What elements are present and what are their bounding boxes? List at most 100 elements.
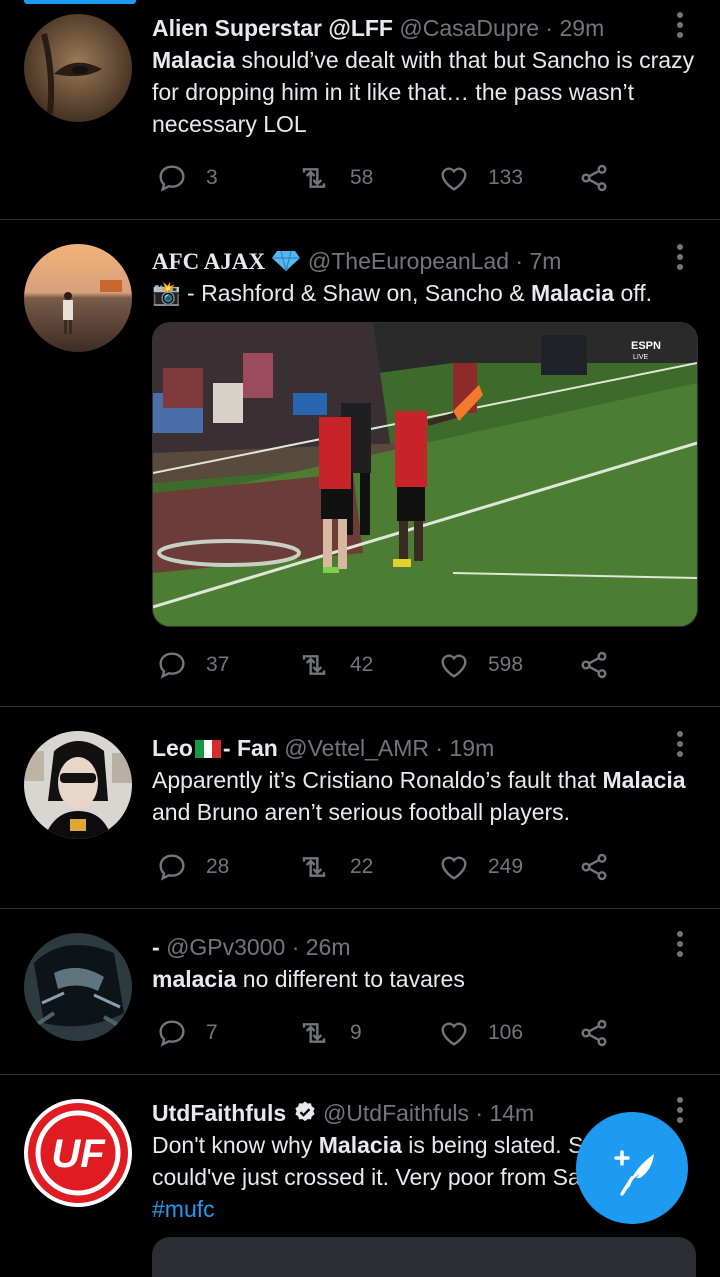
retweet-button[interactable]: 9 — [296, 1013, 362, 1053]
reply-count: 3 — [206, 166, 218, 189]
reply-icon — [159, 165, 185, 192]
hashtag-link[interactable]: #mufc — [152, 1196, 215, 1222]
display-name[interactable]: AFC AJAX — [152, 249, 265, 274]
highlight-term: Malacia — [318, 1132, 402, 1158]
like-count: 133 — [488, 166, 524, 189]
avatar[interactable] — [24, 244, 132, 352]
more-vertical-icon[interactable] — [670, 244, 690, 274]
share-icon — [581, 853, 607, 881]
share-icon — [581, 651, 607, 679]
retweet-icon — [302, 655, 326, 675]
verified-badge-icon — [294, 1101, 315, 1122]
reply-icon — [159, 1020, 185, 1047]
tweet-header: - @GPv3000 · 26m — [152, 931, 696, 963]
text-body-end: off. — [614, 280, 652, 306]
reply-button[interactable]: 28 — [156, 847, 229, 887]
display-name[interactable]: - — [152, 934, 160, 960]
camera-flash-icon: 📸 — [152, 280, 181, 306]
like-button[interactable]: 598 — [438, 645, 523, 685]
retweet-icon — [302, 168, 326, 188]
highlight-term: Malacia — [530, 280, 615, 306]
share-icon — [581, 1019, 607, 1047]
espn-live-badge: ESPN — [631, 340, 661, 352]
like-count: 106 — [488, 1021, 524, 1044]
handle[interactable]: @Vettel_AMR — [284, 735, 429, 761]
separator: · — [469, 1100, 490, 1126]
retweet-icon — [302, 857, 326, 877]
heart-icon — [441, 167, 467, 191]
text-body: no different to tavares — [236, 966, 465, 992]
timestamp[interactable]: 19m — [449, 735, 494, 761]
heart-icon — [441, 1022, 467, 1046]
handle[interactable]: @TheEuropeanLad — [308, 248, 509, 274]
tweet-2[interactable]: AFC AJAX @TheEuropeanLad · 7m 📸 - Rashfo… — [0, 220, 720, 707]
tweet-text: malacia no different to tavares — [152, 963, 696, 995]
tweet-1[interactable]: Alien Superstar @LFF @CasaDupre · 29m Ma… — [0, 0, 720, 220]
separator: · — [508, 248, 530, 274]
handle[interactable]: @GPv3000 — [166, 934, 285, 960]
reply-button[interactable]: 3 — [156, 158, 218, 198]
text-body: Apparently it’s Cristiano Ronaldo’s faul… — [152, 767, 603, 793]
reply-button[interactable]: 37 — [156, 645, 229, 685]
text-body: - Rashford & Shaw on, Sancho & — [180, 280, 531, 306]
avatar[interactable] — [24, 731, 132, 839]
timestamp[interactable]: 14m — [489, 1100, 534, 1126]
retweet-button[interactable]: 22 — [296, 847, 373, 887]
handle[interactable]: @UtdFaithfuls — [323, 1100, 469, 1126]
separator: · — [429, 735, 450, 761]
timestamp[interactable]: 26m — [306, 934, 351, 960]
display-name[interactable]: Alien Superstar @LFF — [152, 15, 393, 41]
tweet-text: 📸 - Rashford & Shaw on, Sancho & Malacia… — [152, 277, 696, 309]
tweet-3[interactable]: Leo - Fan @Vettel_AMR · 19m Apparently it… — [0, 707, 720, 909]
more-vertical-icon[interactable] — [670, 731, 690, 761]
action-bar: 3 58 133 — [152, 158, 632, 198]
compose-tweet-button[interactable] — [576, 1112, 688, 1224]
retweet-button[interactable]: 42 — [296, 645, 373, 685]
timestamp[interactable]: 7m — [529, 248, 561, 274]
diamond-icon — [272, 250, 301, 272]
share-button[interactable] — [578, 1013, 628, 1053]
handle[interactable]: @CasaDupre — [399, 15, 539, 41]
like-button[interactable]: 133 — [438, 158, 523, 198]
action-bar: 37 42 598 — [152, 645, 632, 685]
reply-icon — [159, 854, 185, 881]
separator: · — [539, 15, 560, 41]
more-vertical-icon[interactable] — [670, 931, 690, 961]
tweet-header: AFC AJAX @TheEuropeanLad · 7m — [152, 245, 696, 277]
highlight-term: Malacia — [152, 47, 236, 73]
share-button[interactable] — [578, 645, 628, 685]
heart-icon — [441, 856, 467, 880]
avatar[interactable] — [24, 933, 132, 1041]
display-name-start: Leo — [152, 735, 193, 761]
retweet-button[interactable]: 58 — [296, 158, 373, 198]
separator: · — [285, 934, 306, 960]
tweet-text: Malacia should’ve dealt with that but Sa… — [152, 44, 696, 140]
share-button[interactable] — [578, 158, 628, 198]
avatar[interactable] — [24, 14, 132, 122]
share-button[interactable] — [578, 847, 628, 887]
svg-text:LIVE: LIVE — [633, 354, 649, 361]
display-name[interactable]: Leo - Fan — [152, 735, 278, 761]
tweet-text: Apparently it’s Cristiano Ronaldo’s faul… — [152, 764, 696, 828]
like-button[interactable]: 249 — [438, 847, 523, 887]
compose-tweet-icon — [614, 1150, 654, 1196]
italy-flag-icon — [194, 734, 221, 758]
tweet-media-image[interactable]: ESPN LIVE — [152, 322, 698, 627]
tweet-header: Alien Superstar @LFF @CasaDupre · 29m — [152, 12, 696, 44]
like-count: 249 — [488, 855, 524, 878]
reply-button[interactable]: 7 — [156, 1013, 218, 1053]
avatar[interactable]: UF — [24, 1099, 132, 1207]
share-icon — [581, 164, 607, 192]
timestamp[interactable]: 29m — [560, 15, 605, 41]
like-count: 598 — [488, 653, 524, 676]
text-body: Don't know why — [152, 1132, 319, 1158]
display-name-end: - Fan — [222, 735, 278, 761]
tweet-4[interactable]: - @GPv3000 · 26m malacia no different to… — [0, 909, 720, 1075]
retweet-count: 42 — [350, 653, 374, 676]
more-vertical-icon[interactable] — [670, 12, 690, 42]
like-button[interactable]: 106 — [438, 1013, 523, 1053]
highlight-term: malacia — [152, 966, 237, 992]
tweet-media-image[interactable] — [152, 1237, 696, 1277]
display-name[interactable]: UtdFaithfuls — [152, 1100, 286, 1126]
reply-count: 7 — [206, 1021, 218, 1044]
